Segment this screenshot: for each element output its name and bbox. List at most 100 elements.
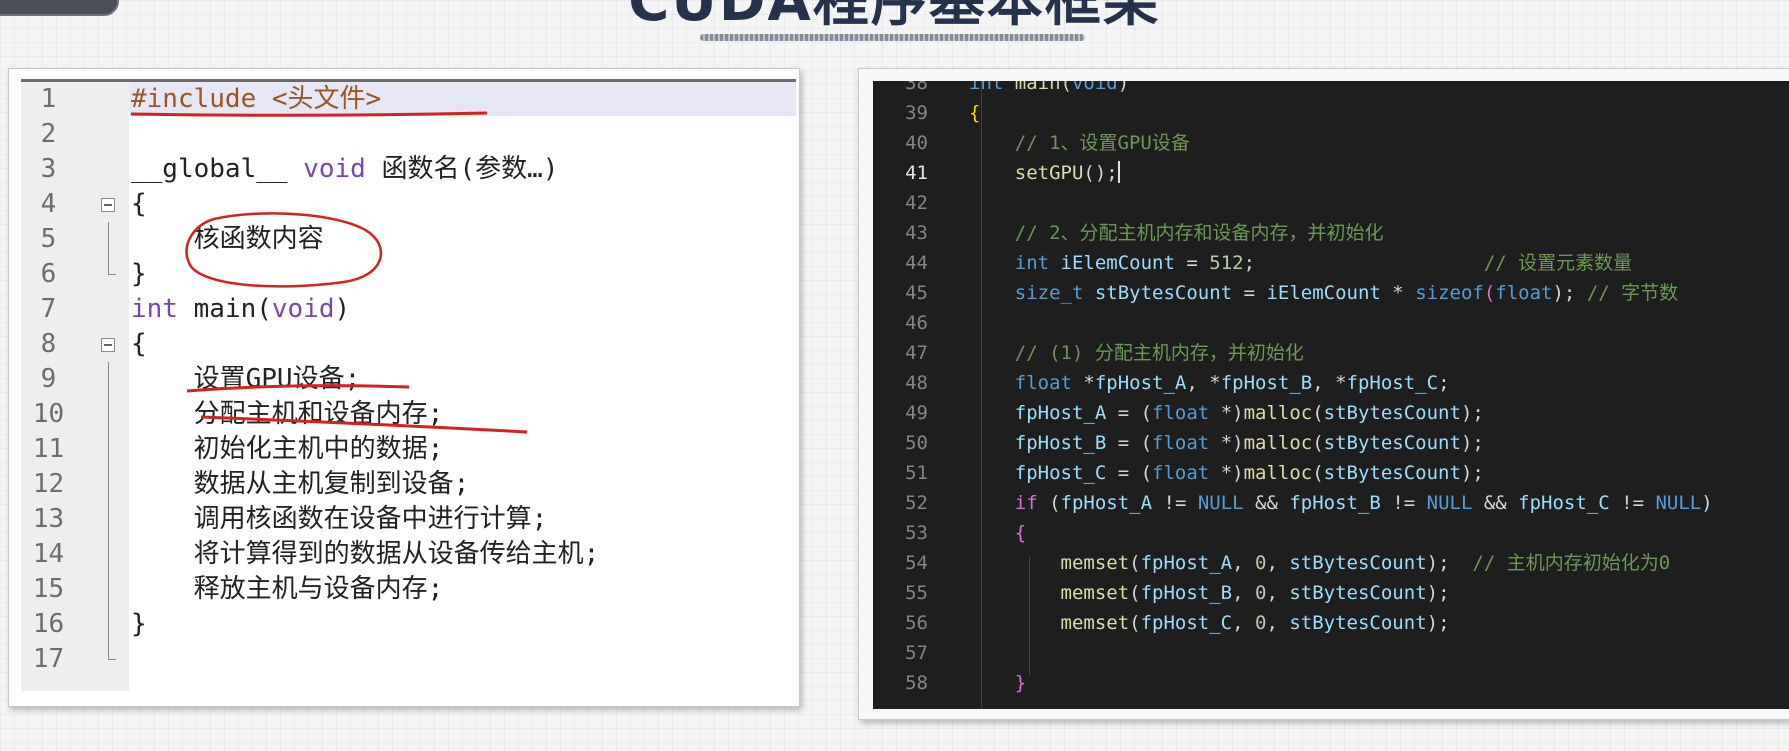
- line-number: 56: [905, 612, 928, 634]
- line-number: 3: [40, 154, 57, 184]
- fold-toggle-icon[interactable]: [101, 198, 115, 212]
- kernel-signature: __global__ void 函数名(参数…): [131, 154, 559, 184]
- line-number: 10: [32, 399, 65, 429]
- line-number: 49: [905, 402, 928, 424]
- slide-title: CUDA程序基本框架: [628, 0, 1161, 34]
- line-number: 11: [32, 434, 65, 464]
- line-number: 51: [905, 462, 928, 484]
- line-number: 38: [905, 81, 928, 94]
- fold-guide: [108, 397, 109, 432]
- line-number: 50: [905, 432, 928, 454]
- line-number: 17: [32, 644, 65, 674]
- code-line-17: 17: [9, 642, 799, 677]
- fold-guide: [108, 432, 109, 467]
- code-line-15: 15 释放主机与设备内存;: [9, 572, 799, 607]
- editor-line-40: 40 // 1、设置GPU设备: [873, 128, 1789, 158]
- text-cursor: [1117, 161, 1120, 183]
- editor-line-43: 43 // 2、分配主机内存和设备内存，并初始化: [873, 218, 1789, 248]
- fold-guide: [108, 467, 109, 502]
- line-number: 45: [905, 282, 928, 304]
- code-line-14: 14 将计算得到的数据从设备传给主机;: [9, 537, 799, 572]
- line-number: 1: [40, 84, 57, 114]
- line-number: 47: [905, 342, 928, 364]
- kernel-body-text: 核函数内容: [131, 224, 324, 254]
- line-number: 5: [40, 224, 57, 254]
- code-line-3: 3 __global__ void 函数名(参数…): [9, 152, 799, 187]
- line-number: 12: [32, 469, 65, 499]
- line-number: 42: [905, 192, 928, 214]
- editor-line-46: 46: [873, 308, 1789, 338]
- editor-line-57: 57: [873, 638, 1789, 668]
- code-line-4: 4 {: [9, 187, 799, 222]
- line-number: 2: [40, 119, 57, 149]
- code-line-13: 13 调用核函数在设备中进行计算;: [9, 502, 799, 537]
- fold-guide: [108, 362, 109, 397]
- editor-line-42: 42: [873, 188, 1789, 218]
- line-number: 44: [905, 252, 928, 274]
- editor-line-45: 45 size_t stBytesCount = iElemCount * si…: [873, 278, 1789, 308]
- editor-line-55: 55 memset(fpHost_B, 0, stBytesCount);: [873, 578, 1789, 608]
- line-number: 52: [905, 492, 928, 514]
- editor-line-38: 38 int main(void): [873, 81, 1789, 98]
- editor-line-52: 52 if (fpHost_A != NULL && fpHost_B != N…: [873, 488, 1789, 518]
- code-line-10: 10 分配主机和设备内存;: [9, 397, 799, 432]
- fold-guide: [108, 537, 109, 572]
- step-alloc-memory: 分配主机和设备内存;: [131, 399, 444, 429]
- fold-guide-end: [108, 257, 116, 275]
- line-number: 58: [905, 672, 928, 694]
- line-number: 9: [40, 364, 57, 394]
- code-line-16: 16 }: [9, 607, 799, 642]
- line-number: 54: [905, 552, 928, 574]
- line-number: 40: [905, 132, 928, 154]
- fold-guide-end: [108, 642, 116, 660]
- editor-line-48: 48 float *fpHost_A, *fpHost_B, *fpHost_C…: [873, 368, 1789, 398]
- editor-line-49: 49 fpHost_A = (float *)malloc(stBytesCou…: [873, 398, 1789, 428]
- vscode-code-panel: 38 int main(void) 39 { 40 // 1、设置GPU设备 4…: [858, 68, 1789, 720]
- editor-line-44: 44 int iElemCount = 512; // 设置元素数量: [873, 248, 1789, 278]
- code-line-1: 1 #include <头文件>: [9, 82, 799, 117]
- editor-line-54: 54 memset(fpHost_A, 0, stBytesCount); //…: [873, 548, 1789, 578]
- code-line-9: 9 设置GPU设备;: [9, 362, 799, 397]
- fold-guide: [108, 607, 109, 642]
- code-line-11: 11 初始化主机中的数据;: [9, 432, 799, 467]
- editor-line-53: 53 {: [873, 518, 1789, 548]
- line-number: 53: [905, 522, 928, 544]
- line-number: 6: [40, 259, 57, 289]
- include-directive: #include <头文件>: [131, 84, 382, 114]
- step-copy-device-to-host: 将计算得到的数据从设备传给主机;: [131, 539, 600, 569]
- fold-guide: [108, 222, 109, 257]
- fold-guide: [108, 502, 109, 537]
- step-launch-kernel: 调用核函数在设备中进行计算;: [131, 504, 548, 534]
- framework-code-panel: 1 #include <头文件> 2 3 __global__ void 函数名…: [8, 68, 800, 707]
- line-number: 16: [32, 609, 65, 639]
- editor-line-50: 50 fpHost_B = (float *)malloc(stBytesCou…: [873, 428, 1789, 458]
- step-copy-host-to-device: 数据从主机复制到设备;: [131, 469, 470, 499]
- line-number: 13: [32, 504, 65, 534]
- editor-line-51: 51 fpHost_C = (float *)malloc(stBytesCou…: [873, 458, 1789, 488]
- editor-line-58: 58 }: [873, 668, 1789, 698]
- line-number: 39: [905, 102, 928, 124]
- step-set-gpu: 设置GPU设备;: [131, 364, 361, 394]
- editor-line-41: 41 setGPU();: [873, 158, 1789, 188]
- line-number: 48: [905, 372, 928, 394]
- code-line-7: 7 int main(void): [9, 292, 799, 327]
- line-number: 7: [40, 294, 57, 324]
- code-line-12: 12 数据从主机复制到设备;: [9, 467, 799, 502]
- line-number: 8: [40, 329, 57, 359]
- line-number: 55: [905, 582, 928, 604]
- code-line-5: 5 核函数内容: [9, 222, 799, 257]
- fold-toggle-icon[interactable]: [101, 338, 115, 352]
- fold-guide: [108, 572, 109, 607]
- code-editor[interactable]: 38 int main(void) 39 { 40 // 1、设置GPU设备 4…: [873, 81, 1789, 709]
- editor-line-47: 47 // (1) 分配主机内存，并初始化: [873, 338, 1789, 368]
- main-signature: int main(void): [131, 294, 351, 324]
- line-number: 15: [32, 574, 65, 604]
- step-init-host-data: 初始化主机中的数据;: [131, 434, 444, 464]
- editor-line-39: 39 {: [873, 98, 1789, 128]
- title-decoration: [700, 34, 1085, 41]
- line-number: 43: [905, 222, 928, 244]
- line-number: 14: [32, 539, 65, 569]
- code-line-2: 2: [9, 117, 799, 152]
- editor-line-56: 56 memset(fpHost_C, 0, stBytesCount);: [873, 608, 1789, 638]
- line-number: 41: [905, 162, 928, 184]
